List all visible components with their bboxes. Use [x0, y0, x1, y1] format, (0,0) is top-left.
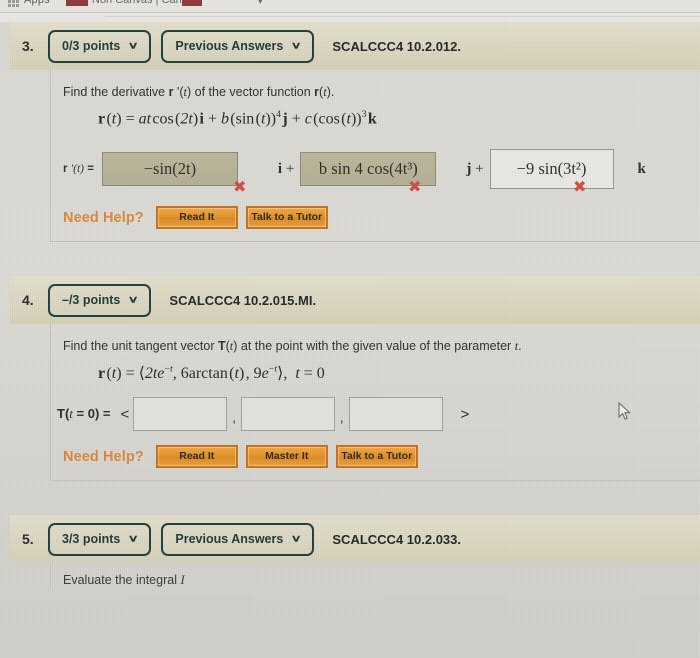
question-3-incorrect-icon-i: ✖ [233, 177, 247, 197]
question-3-help-row: Need Help? Read It Talk to a Tutor [63, 206, 700, 230]
chevron-down-icon: ∨ [127, 40, 139, 51]
question-3-points-dropdown[interactable]: 0/3 points ∨ [48, 29, 152, 63]
question-3-unit-k: k [637, 160, 646, 177]
chevron-down-icon: ∨ [290, 40, 302, 51]
question-3-code: SCALCCC4 10.2.012. [332, 38, 462, 54]
bookmark-label-1[interactable]: Non Canvas | Can... [92, 0, 191, 6]
chevron-down-icon: ∨ [290, 533, 302, 544]
question-5-previous-answers-dropdown[interactable]: Previous Answers ∨ [161, 522, 315, 556]
question-3-incorrect-icon-j: ✖ [408, 177, 422, 197]
question-4-answer-label: T(t = 0) = [57, 406, 111, 422]
question-3-talk-to-a-tutor-button[interactable]: Talk to a Tutor [245, 206, 328, 230]
apps-grid-icon[interactable] [8, 0, 19, 7]
question-3-unit-j: j + [466, 160, 484, 177]
question-5-number: 5. [22, 531, 34, 548]
question-3-previous-answers-dropdown[interactable]: Previous Answers ∨ [161, 29, 315, 63]
question-5-code: SCALCCC4 10.2.033. [332, 531, 462, 547]
chevron-down-icon: ∨ [127, 533, 139, 544]
question-4-open-bracket: < [120, 405, 130, 423]
question-5-prompt: Evaluate the integral I [50, 563, 700, 589]
question-3-points-label: 0/3 points [62, 39, 121, 53]
question-4-read-it-button[interactable]: Read It [155, 445, 238, 469]
question-5-previous-answers-label: Previous Answers [175, 532, 284, 547]
question-4-talk-to-a-tutor-button[interactable]: Talk to a Tutor [335, 445, 418, 469]
question-3-incorrect-icon-k: ✖ [573, 177, 587, 197]
question-3-unit-i: i + [277, 160, 295, 177]
question-3-number: 3. [22, 38, 34, 54]
question-list: 3. 0/3 points ∨ Previous Answers ∨ SCALC… [0, 22, 700, 658]
bookmarks-overflow-icon[interactable]: ▾ [258, 0, 263, 7]
question-4: 4. –/3 points ∨ SCALCCC4 10.2.015.MI. Fi… [0, 276, 700, 515]
question-5-points-dropdown[interactable]: 3/3 points ∨ [48, 522, 152, 556]
page-root: Apps Non Canvas | Can... ▾ 3. 0/3 points… [0, 0, 700, 658]
question-4-input-2[interactable] [240, 397, 335, 432]
question-4-number: 4. [22, 292, 34, 309]
question-4-points-dropdown[interactable]: –/3 points ∨ [48, 283, 152, 317]
question-3-body: Find the derivative r '(t) of the vector… [50, 70, 700, 243]
bookmark-favicon-1[interactable] [66, 0, 88, 6]
question-4-separator-1: , [232, 409, 236, 425]
question-5-points-label: 3/3 points [62, 532, 121, 547]
question-4-help-label: Need Help? [63, 448, 144, 465]
question-3-help-label: Need Help? [63, 209, 144, 226]
question-4-input-1[interactable] [133, 397, 228, 432]
question-3-answer-value-k: −9 sin(3t²) [516, 159, 587, 179]
question-3-header: 3. 0/3 points ∨ Previous Answers ∨ SCALC… [10, 22, 700, 70]
question-5-header: 5. 3/3 points ∨ Previous Answers ∨ SCALC… [10, 515, 700, 564]
question-4-equation: r (t) = ⟨2te−t, 6arctan (t) , 9e−t⟩, t =… [98, 363, 325, 383]
question-5: 5. 3/3 points ∨ Previous Answers ∨ SCALC… [0, 515, 700, 589]
question-4-points-label: –/3 points [62, 293, 121, 308]
question-4-help-row: Need Help? Read It Master It Talk to a T… [63, 445, 700, 469]
question-3-read-it-button[interactable]: Read It [155, 206, 238, 230]
question-4-master-it-button[interactable]: Master It [245, 445, 328, 469]
question-3-answer-label: r '(t) = [63, 163, 94, 176]
question-3-answer-value-i: −sin(2t) [143, 159, 197, 179]
question-4-close-bracket: > [460, 405, 470, 423]
question-3-equation: r (t) = at cos (2t) i + b (sin (t))4 j +… [98, 108, 377, 128]
question-3-prompt: Find the derivative r '(t) of the vector… [63, 85, 335, 99]
browser-bookmarks-bar: Apps Non Canvas | Can... ▾ [0, 0, 700, 13]
question-3-answer-row: r '(t) = −sin(2t) i + b sin 4 cos(4t³) j… [63, 146, 700, 197]
chevron-down-icon: ∨ [127, 294, 139, 305]
question-4-prompt: Find the unit tangent vector T(t) at the… [63, 339, 522, 354]
question-3-previous-answers-label: Previous Answers [175, 39, 284, 53]
question-3-answer-value-j: b sin 4 cos(4t³) [318, 159, 418, 179]
question-3-answer-field-k[interactable]: −9 sin(3t²) [489, 149, 614, 190]
question-4-separator-2: , [339, 409, 344, 425]
question-4-input-3[interactable] [348, 397, 443, 432]
question-3: 3. 0/3 points ∨ Previous Answers ∨ SCALC… [0, 22, 700, 276]
bookmark-apps-label[interactable]: Apps [24, 0, 50, 6]
question-4-code: SCALCCC4 10.2.015.MI. [169, 292, 317, 308]
question-4-body: Find the unit tangent vector T(t) at the… [50, 324, 700, 482]
question-4-header: 4. –/3 points ∨ SCALCCC4 10.2.015.MI. [10, 276, 700, 325]
question-4-spacer [0, 481, 700, 515]
question-3-answer-field-i[interactable]: −sin(2t) [101, 152, 238, 187]
question-3-spacer [0, 242, 700, 276]
question-4-answer-row: T(t = 0) = < , , > [57, 397, 700, 432]
bookmark-favicon-2[interactable] [182, 0, 202, 6]
page-top-bar [0, 12, 700, 22]
